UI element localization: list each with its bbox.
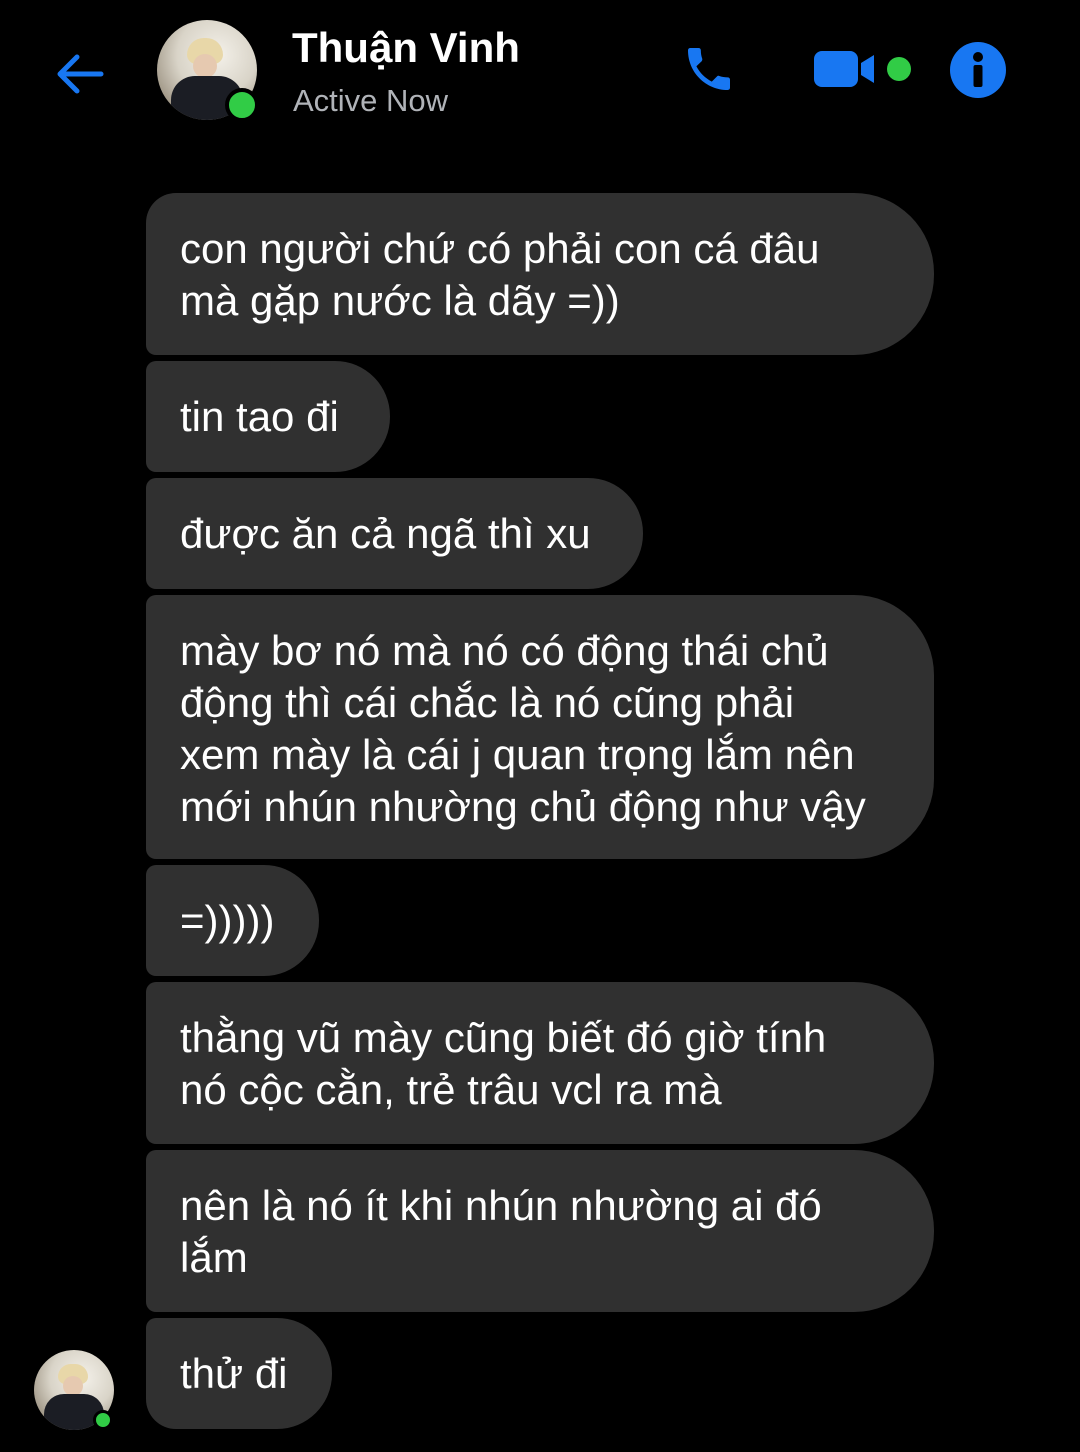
message-bubble[interactable]: con người chứ có phải con cá đâu mà gặp … [146, 193, 934, 355]
contact-name[interactable]: Thuận Vinh [292, 24, 520, 72]
message-bubble[interactable]: được ăn cả ngã thì xu [146, 478, 643, 589]
chat-header: Thuận Vinh Active Now [0, 0, 1080, 150]
back-arrow-icon[interactable] [50, 44, 110, 104]
message-bubble[interactable]: thằng vũ mày cũng biết đó giờ tính nó cộ… [146, 982, 934, 1144]
sender-online-indicator [93, 1410, 113, 1430]
video-camera-icon[interactable] [810, 44, 880, 94]
message-bubble[interactable]: mày bơ nó mà nó có động thái chủ động th… [146, 595, 934, 859]
message-bubble[interactable]: nên là nó ít khi nhún nhường ai đó lắm [146, 1150, 934, 1312]
info-icon[interactable] [948, 40, 1008, 100]
video-online-dot [887, 57, 911, 81]
online-indicator [225, 88, 259, 122]
message-bubble[interactable]: =))))) [146, 865, 319, 976]
message-bubble[interactable]: thử đi [146, 1318, 332, 1429]
active-status: Active Now [293, 83, 449, 118]
message-bubble[interactable]: tin tao đi [146, 361, 390, 472]
phone-icon[interactable] [680, 40, 738, 98]
